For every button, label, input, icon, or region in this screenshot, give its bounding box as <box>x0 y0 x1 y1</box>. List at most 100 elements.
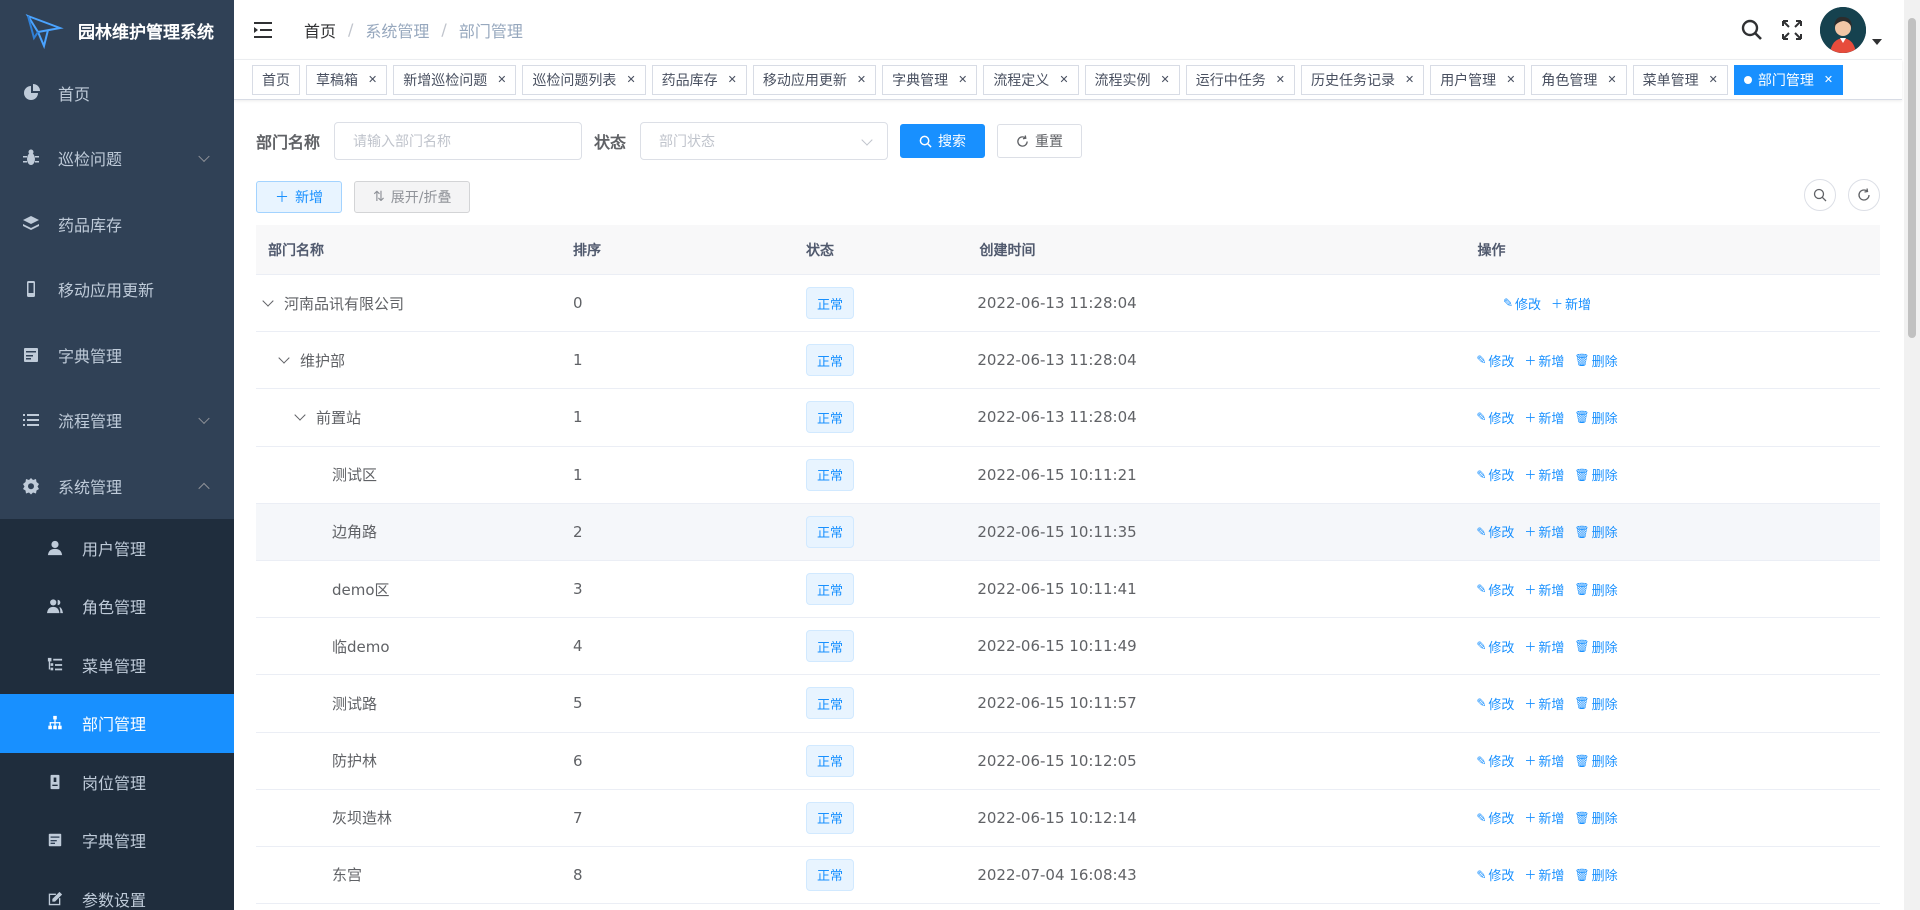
edit-button[interactable]: ✎ 修改 <box>1476 408 1514 427</box>
sidebar-subitem-5[interactable]: 字典管理 <box>0 811 234 870</box>
page-scrollbar[interactable] <box>1904 0 1920 910</box>
tag-6[interactable]: 字典管理 ✕ <box>882 64 978 95</box>
user-menu-caret-icon[interactable] <box>1872 39 1882 45</box>
close-icon[interactable]: ✕ <box>1824 73 1833 86</box>
add-child-button[interactable]: ＋新增 <box>1524 808 1564 827</box>
tag-11[interactable]: 用户管理 ✕ <box>1430 64 1526 95</box>
edit-button[interactable]: ✎ 修改 <box>1476 522 1514 542</box>
tag-8[interactable]: 流程实例 ✕ <box>1084 64 1180 95</box>
search-button[interactable]: 搜索 <box>900 124 986 158</box>
add-button[interactable]: ＋ 新增 <box>256 181 342 213</box>
close-icon[interactable]: ✕ <box>1405 73 1414 86</box>
expand-arrow-icon[interactable] <box>262 295 274 307</box>
delete-button[interactable]: 🗑 删除 <box>1574 351 1617 370</box>
edit-button[interactable]: ✎ 修改 <box>1476 751 1514 771</box>
gear-icon <box>23 477 39 495</box>
close-icon[interactable]: ✕ <box>1161 73 1170 86</box>
tag-4[interactable]: 药品库存 ✕ <box>651 64 747 95</box>
sidebar-item-3[interactable]: 移动应用更新 <box>0 257 234 323</box>
search-icon[interactable] <box>1740 18 1764 42</box>
delete-button[interactable]: 🗑 删除 <box>1574 522 1617 542</box>
expand-arrow-icon[interactable] <box>278 352 290 364</box>
close-icon[interactable]: ✕ <box>728 73 737 86</box>
reset-button[interactable]: 重置 <box>997 124 1083 158</box>
sidebar-subitem-0[interactable]: 用户管理 <box>0 519 234 578</box>
fullscreen-icon[interactable] <box>1780 18 1804 42</box>
sidebar-item-6[interactable]: 系统管理 <box>0 453 234 519</box>
close-icon[interactable]: ✕ <box>1506 73 1515 86</box>
edit-button[interactable]: ✎ 修改 <box>1476 808 1514 828</box>
add-child-button[interactable]: ＋新增 <box>1524 465 1564 484</box>
delete-button[interactable]: 🗑 删除 <box>1574 808 1617 828</box>
hamburger-icon[interactable] <box>254 20 276 40</box>
delete-button[interactable]: 🗑 删除 <box>1574 580 1617 599</box>
layers-icon-wrap <box>22 215 40 233</box>
tag-9[interactable]: 运行中任务 ✕ <box>1185 64 1295 95</box>
close-icon[interactable]: ✕ <box>368 73 377 86</box>
delete-button[interactable]: 🗑 删除 <box>1574 637 1617 656</box>
tag-2[interactable]: 新增巡检问题 ✕ <box>393 64 517 95</box>
close-icon[interactable]: ✕ <box>1059 73 1068 86</box>
sidebar-item-0[interactable]: 首页 <box>0 60 234 126</box>
delete-button[interactable]: 🗑 删除 <box>1574 694 1617 713</box>
sidebar-subitem-6[interactable]: 参数设置 <box>0 870 234 910</box>
tag-10[interactable]: 历史任务记录 ✕ <box>1300 64 1425 95</box>
tag-12[interactable]: 角色管理 ✕ <box>1531 64 1627 95</box>
edit-button[interactable]: ✎ 修改 <box>1476 465 1514 485</box>
sidebar-subitem-1[interactable]: 角色管理 <box>0 577 234 636</box>
add-child-button[interactable]: ＋新增 <box>1551 294 1591 313</box>
add-child-button[interactable]: ＋新增 <box>1524 580 1564 599</box>
tag-0[interactable]: 首页 <box>252 64 300 95</box>
close-icon[interactable]: ✕ <box>1607 73 1616 86</box>
edit-button[interactable]: ✎ 修改 <box>1476 580 1514 599</box>
close-icon[interactable]: ✕ <box>958 73 967 86</box>
delete-button[interactable]: 🗑 删除 <box>1574 865 1617 885</box>
add-child-button[interactable]: ＋新增 <box>1524 865 1564 884</box>
breadcrumb-home[interactable]: 首页 <box>304 18 336 42</box>
dept-name-input[interactable]: 请输入部门名称 <box>334 122 583 160</box>
refresh-button[interactable] <box>1848 179 1880 211</box>
add-child-button[interactable]: ＋新增 <box>1524 351 1564 370</box>
edit-button[interactable]: ✎ 修改 <box>1503 294 1541 313</box>
close-icon[interactable]: ✕ <box>626 73 635 86</box>
logo[interactable]: 园林维护管理系统 <box>0 0 234 60</box>
status-select[interactable]: 部门状态 <box>640 122 889 160</box>
tag-13[interactable]: 菜单管理 ✕ <box>1632 64 1728 95</box>
delete-button[interactable]: 🗑 删除 <box>1574 465 1617 485</box>
breadcrumb-system[interactable]: 系统管理 <box>365 18 429 42</box>
tag-7[interactable]: 流程定义 ✕ <box>983 64 1079 95</box>
toggle-search-button[interactable] <box>1804 179 1836 211</box>
sidebar-subitem-2[interactable]: 菜单管理 <box>0 636 234 695</box>
edit-button[interactable]: ✎ 修改 <box>1476 351 1514 370</box>
avatar[interactable] <box>1820 7 1866 53</box>
add-child-button[interactable]: ＋新增 <box>1524 694 1564 713</box>
tag-14[interactable]: 部门管理 ✕ <box>1733 64 1844 95</box>
sidebar-subitem-3[interactable]: 部门管理 <box>0 694 234 753</box>
expand-arrow-icon[interactable] <box>294 409 306 422</box>
tag-5[interactable]: 移动应用更新 ✕ <box>752 64 877 95</box>
add-child-button[interactable]: ＋新增 <box>1524 408 1564 427</box>
add-child-button[interactable]: ＋新增 <box>1524 522 1564 541</box>
close-icon[interactable]: ✕ <box>497 73 506 86</box>
sidebar-item-1[interactable]: 巡检问题 <box>0 126 234 192</box>
sidebar-item-4[interactable]: 字典管理 <box>0 322 234 388</box>
scrollbar-thumb[interactable] <box>1908 18 1916 338</box>
sidebar-subitem-4[interactable]: 岗位管理 <box>0 753 234 812</box>
edit-button[interactable]: ✎ 修改 <box>1476 865 1514 885</box>
expand-collapse-button[interactable]: ⇅ 展开/折叠 <box>354 181 471 213</box>
close-icon[interactable]: ✕ <box>1276 73 1285 86</box>
sidebar-item-2[interactable]: 药品库存 <box>0 191 234 257</box>
delete-button[interactable]: 🗑 删除 <box>1574 751 1617 771</box>
close-icon[interactable]: ✕ <box>1709 73 1718 86</box>
delete-button[interactable]: 🗑 删除 <box>1574 408 1617 427</box>
tag-1[interactable]: 草稿箱 ✕ <box>306 64 388 95</box>
cell-dept-name: 边角路 <box>332 523 378 542</box>
edit-button[interactable]: ✎ 修改 <box>1476 694 1514 713</box>
close-icon[interactable]: ✕ <box>857 73 866 86</box>
sidebar-item-5[interactable]: 流程管理 <box>0 388 234 454</box>
edit-button[interactable]: ✎ 修改 <box>1476 637 1514 656</box>
cell-create-time: 2022-06-15 10:11:57 <box>977 694 1137 713</box>
add-child-button[interactable]: ＋新增 <box>1524 751 1564 770</box>
add-child-button[interactable]: ＋新增 <box>1524 637 1564 656</box>
tag-3[interactable]: 巡检问题列表 ✕ <box>522 64 646 95</box>
